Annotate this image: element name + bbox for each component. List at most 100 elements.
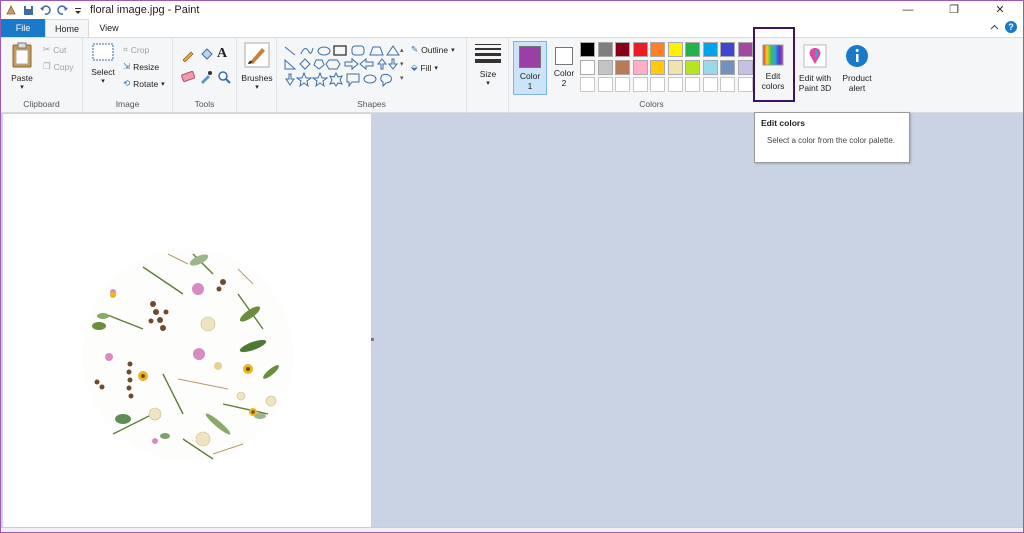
- palette-swatch[interactable]: [667, 59, 683, 75]
- tooltip-title: Edit colors: [761, 118, 805, 128]
- select-dropdown-arrow-icon[interactable]: ▾: [89, 77, 117, 85]
- size-dropdown-arrow-icon[interactable]: ▾: [473, 79, 503, 87]
- product-alert-button[interactable]: Product alert: [839, 44, 875, 93]
- brushes-group: Brushes ▾: [237, 38, 277, 113]
- copy-button[interactable]: ❐ Copy: [43, 61, 73, 72]
- palette-swatch[interactable]: [632, 59, 648, 75]
- outline-button[interactable]: ✎ Outline ▾: [411, 44, 455, 55]
- drawing-canvas[interactable]: [3, 114, 371, 527]
- line-size-icon: [475, 44, 501, 63]
- cut-label: Cut: [53, 44, 67, 55]
- palette-swatch[interactable]: [650, 59, 665, 75]
- close-button[interactable]: ✕: [977, 1, 1023, 19]
- brushes-label: Brushes: [241, 73, 273, 83]
- fill-dropdown-arrow-icon: ▾: [434, 64, 438, 72]
- fill-button[interactable]: ⬙ Fill ▾: [411, 62, 438, 73]
- palette-custom-swatch[interactable]: [667, 77, 683, 92]
- palette-swatch[interactable]: [650, 42, 665, 57]
- shapes-scroll-arrows-icon[interactable]: ▴ ▾ ▾: [400, 44, 404, 86]
- color2-button[interactable]: Color 2: [549, 41, 579, 95]
- paint-app-icon: [6, 5, 16, 15]
- palette-custom-swatch[interactable]: [737, 77, 753, 92]
- crop-label: Crop: [130, 44, 150, 55]
- select-button[interactable]: Select ▾: [89, 42, 117, 85]
- resize-button[interactable]: ⇲ Resize: [123, 61, 159, 72]
- cut-button[interactable]: ✂ Cut: [43, 44, 66, 55]
- collapse-ribbon-icon[interactable]: [990, 23, 999, 32]
- rotate-label: Rotate: [133, 78, 159, 89]
- palette-custom-swatch[interactable]: [650, 77, 665, 92]
- crop-button[interactable]: ⌗ Crop: [123, 44, 149, 55]
- paint3d-label: Edit with Paint 3D: [798, 73, 832, 93]
- text-tool-icon[interactable]: A: [217, 46, 227, 62]
- palette-swatch[interactable]: [720, 59, 735, 75]
- palette-swatch[interactable]: [702, 42, 718, 57]
- pencil-icon[interactable]: [181, 48, 195, 62]
- resize-icon: ⇲: [123, 61, 131, 71]
- palette-swatch[interactable]: [720, 42, 735, 57]
- tab-file[interactable]: File: [1, 19, 45, 37]
- palette-swatch[interactable]: [580, 42, 595, 57]
- color1-button[interactable]: Color 1: [513, 41, 547, 95]
- help-icon[interactable]: ?: [1005, 21, 1017, 33]
- palette-swatch[interactable]: [615, 59, 630, 75]
- undo-icon[interactable]: [40, 4, 51, 16]
- copy-icon: ❐: [43, 61, 51, 71]
- palette-custom-swatch[interactable]: [632, 77, 648, 92]
- ribbon: Paste ▾ ✂ Cut ❐ Copy Clipboard Select ▾ ⌗ C…: [1, 37, 1023, 113]
- select-icon: [92, 43, 114, 61]
- color2-label: Color 2: [553, 68, 575, 88]
- palette-swatch[interactable]: [667, 42, 683, 57]
- palette-swatch[interactable]: [702, 59, 718, 75]
- customize-dropdown-icon[interactable]: [74, 5, 82, 15]
- palette-swatch[interactable]: [685, 42, 700, 57]
- paste-dropdown-arrow-icon[interactable]: ▾: [7, 83, 37, 91]
- magnifier-icon[interactable]: [217, 70, 231, 84]
- palette-swatch[interactable]: [580, 59, 595, 75]
- image-group: Select ▾ ⌗ Crop ⇲ Resize ⟲ Rotate ▾ Image: [83, 38, 173, 113]
- status-bar: [1, 527, 1023, 532]
- brushes-dropdown-arrow-icon[interactable]: ▾: [241, 83, 273, 91]
- palette-swatch[interactable]: [597, 42, 613, 57]
- tab-view[interactable]: View: [89, 19, 129, 37]
- palette-swatch[interactable]: [737, 59, 753, 75]
- palette-swatch[interactable]: [685, 59, 700, 75]
- shapes-gallery[interactable]: [283, 44, 403, 92]
- color-picker-icon[interactable]: [199, 70, 213, 84]
- palette-custom-swatch[interactable]: [720, 77, 735, 92]
- restore-button[interactable]: ❐: [931, 1, 977, 19]
- palette-custom-swatch[interactable]: [685, 77, 700, 92]
- palette-custom-swatch[interactable]: [702, 77, 718, 92]
- edit-with-paint3d-button[interactable]: Edit with Paint 3D: [797, 44, 833, 93]
- canvas-resize-handle[interactable]: [371, 338, 374, 341]
- palette-custom-swatch[interactable]: [580, 77, 595, 92]
- ribbon-tabs: File Home View ?: [1, 19, 1023, 37]
- title-bar: floral image.jpg - Paint — ❐ ✕: [1, 1, 1023, 19]
- palette-swatch[interactable]: [632, 42, 648, 57]
- palette-custom-swatch[interactable]: [615, 77, 630, 92]
- palette-swatch[interactable]: [615, 42, 630, 57]
- paint-window: floral image.jpg - Paint — ❐ ✕ File Home…: [0, 0, 1024, 533]
- paint3d-icon: [803, 44, 827, 68]
- window-title: floral image.jpg - Paint: [90, 4, 200, 16]
- palette-swatch[interactable]: [737, 42, 753, 57]
- clipboard-group-label: Clipboard: [23, 99, 60, 109]
- size-button[interactable]: Size ▾: [473, 42, 503, 87]
- image-group-label: Image: [115, 99, 140, 109]
- color1-label: Color 1: [519, 71, 541, 91]
- minimize-button[interactable]: —: [885, 1, 931, 19]
- clipboard-group: Paste ▾ ✂ Cut ❐ Copy Clipboard: [1, 38, 83, 113]
- brushes-button[interactable]: Brushes ▾: [241, 42, 273, 91]
- paste-button[interactable]: Paste ▾: [7, 42, 37, 91]
- save-icon[interactable]: [23, 5, 34, 16]
- fill-bucket-icon[interactable]: [199, 48, 213, 62]
- palette-swatch[interactable]: [597, 59, 613, 75]
- select-label: Select: [91, 67, 115, 77]
- tab-home[interactable]: Home: [45, 19, 89, 37]
- eraser-icon[interactable]: [181, 70, 195, 82]
- palette-custom-swatch[interactable]: [597, 77, 613, 92]
- redo-icon[interactable]: [57, 4, 68, 16]
- fill-icon: ⬙: [411, 62, 418, 72]
- shapes-group-label: Shapes: [357, 99, 386, 109]
- rotate-button[interactable]: ⟲ Rotate ▾: [123, 78, 165, 89]
